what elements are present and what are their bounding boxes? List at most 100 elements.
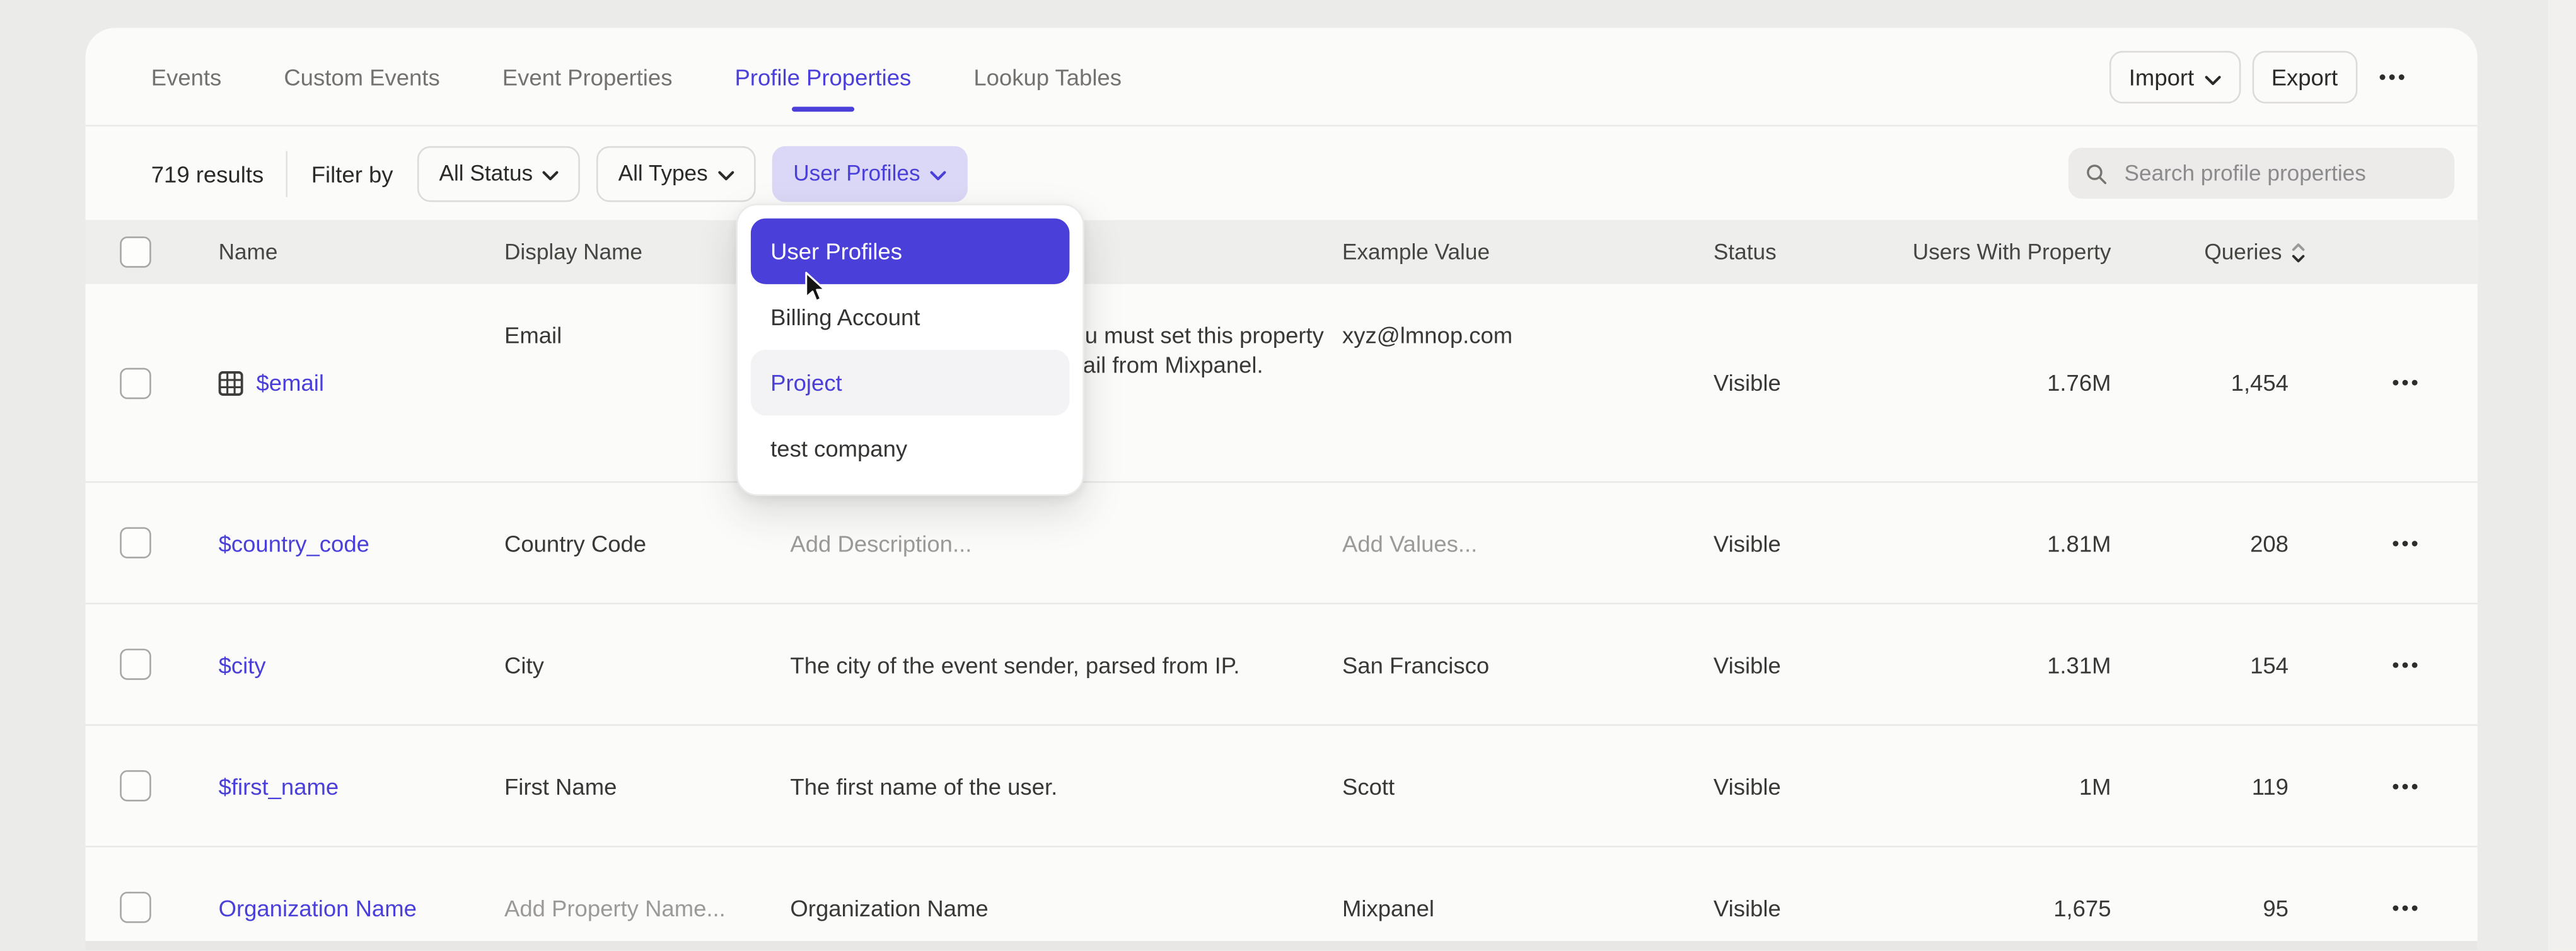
property-name-link[interactable]: Organization Name: [219, 892, 479, 922]
tab-custom-events[interactable]: Custom Events: [284, 28, 439, 125]
select-all-checkbox[interactable]: [120, 236, 151, 268]
tab-lookup-tables[interactable]: Lookup Tables: [973, 28, 1122, 125]
property-name: Organization Name: [219, 892, 417, 922]
table-row[interactable]: $country_code Country CodeAdd Description…: [86, 483, 2478, 604]
example-value-cell: Mixpanel: [1342, 892, 1714, 922]
row-checkbox[interactable]: [120, 527, 151, 558]
dropdown-item-billing-account[interactable]: Billing Account: [751, 284, 1070, 350]
type-filter-dropdown[interactable]: All Types: [597, 146, 756, 202]
status-filter-dropdown[interactable]: All Status: [418, 146, 581, 202]
example-value-cell: Scott: [1342, 771, 1714, 800]
tabs: Events Custom Events Event Properties Profi…: [151, 28, 1122, 125]
type-filter-value: All Types: [618, 161, 708, 185]
search-box[interactable]: [2068, 148, 2454, 199]
queries-cell: 1,454: [2231, 368, 2307, 398]
search-input[interactable]: [2121, 159, 2438, 187]
row-checkbox[interactable]: [120, 770, 151, 802]
dropdown-item-user-profiles[interactable]: User Profiles: [751, 219, 1070, 284]
status-cell: Visible: [1714, 771, 1893, 800]
table-row[interactable]: Organization NameAdd Property Name...Org…: [86, 848, 2478, 951]
property-name-link[interactable]: $email: [219, 368, 479, 398]
table-row[interactable]: $emailEmailThe user's email address. You…: [86, 284, 2478, 483]
horizontal-scrollbar-track[interactable]: [86, 941, 2478, 951]
example-value-cell: xyz@lmnop.com: [1342, 284, 1714, 350]
chevron-down-icon: [543, 161, 559, 185]
header-name[interactable]: Name: [219, 238, 504, 267]
property-name-link[interactable]: $country_code: [219, 528, 479, 558]
status-cell: Visible: [1714, 892, 1893, 922]
status-cell: Visible: [1714, 368, 1893, 398]
users-with-property-cell: 1.81M: [2047, 528, 2115, 558]
property-name-link[interactable]: $first_name: [219, 771, 479, 800]
property-name: $first_name: [219, 771, 339, 800]
tab-event-properties[interactable]: Event Properties: [502, 28, 673, 125]
tab-profile-properties[interactable]: Profile Properties: [734, 28, 911, 125]
property-name: $city: [219, 650, 266, 679]
results-count[interactable]: 719 results: [151, 160, 264, 187]
vertical-scrollbar-track[interactable]: [2548, 0, 2576, 951]
entity-filter-value: User Profiles: [793, 161, 920, 185]
users-with-property-cell: 1M: [2079, 771, 2115, 800]
ellipsis-icon: [2392, 661, 2418, 667]
import-button-label: Import: [2129, 63, 2194, 89]
users-with-property-cell: 1.76M: [2047, 368, 2115, 398]
header-queries-label: Queries: [2204, 238, 2282, 267]
description-cell: The city of the event sender, parsed fro…: [790, 650, 1342, 679]
status-cell: Visible: [1714, 650, 1893, 679]
ellipsis-icon: [2392, 904, 2418, 911]
property-name: $country_code: [219, 528, 369, 558]
queries-cell: 95: [2263, 892, 2306, 922]
tabs-bar: Events Custom Events Event Properties Profi…: [86, 28, 2478, 126]
ellipsis-icon: [2379, 73, 2405, 79]
chevron-down-icon: [717, 161, 734, 185]
display-name-cell: First Name: [504, 771, 790, 800]
header-queries[interactable]: Queries: [2204, 238, 2306, 267]
tab-events[interactable]: Events: [151, 28, 222, 125]
export-button[interactable]: Export: [2251, 50, 2357, 102]
more-actions-button[interactable]: [2369, 50, 2415, 102]
ellipsis-icon: [2392, 783, 2418, 789]
top-actions: Import Export: [2109, 50, 2415, 102]
header-example-value[interactable]: Example Value: [1342, 238, 1714, 267]
header-status[interactable]: Status: [1714, 238, 1893, 267]
entity-dropdown-menu: User ProfilesBilling AccountProjecttest …: [736, 204, 1084, 496]
filter-by-label: Filter by: [311, 160, 393, 187]
display-name-cell: City: [504, 650, 790, 679]
profile-properties-page: Events Custom Events Event Properties Profi…: [0, 0, 2576, 951]
dropdown-item-test-company[interactable]: test company: [751, 415, 1070, 481]
header-users-with-property[interactable]: Users With Property: [1913, 238, 2115, 267]
entity-filter-dropdown[interactable]: User Profiles: [772, 146, 968, 202]
dropdown-item-project[interactable]: Project: [751, 350, 1070, 415]
description-cell: Organization Name: [790, 892, 1342, 922]
table-row[interactable]: $city CityThe city of the event sender, p…: [86, 604, 2478, 726]
queries-cell: 119: [2252, 771, 2307, 800]
table-header-row: Name Display Name Example Value Status U…: [86, 220, 2478, 284]
example-value-cell[interactable]: Add Values...: [1342, 528, 1714, 558]
import-button[interactable]: Import: [2109, 50, 2241, 102]
display-name-cell[interactable]: Add Property Name...: [504, 892, 790, 922]
row-actions-button[interactable]: [2365, 783, 2418, 789]
example-value-cell: San Francisco: [1342, 650, 1714, 679]
search-icon: [2085, 160, 2108, 187]
users-with-property-cell: 1.31M: [2047, 650, 2115, 679]
row-actions-button[interactable]: [2365, 539, 2418, 546]
row-actions-button[interactable]: [2365, 661, 2418, 667]
queries-cell: 208: [2250, 528, 2307, 558]
status-filter-value: All Status: [439, 161, 533, 185]
row-actions-button[interactable]: [2365, 904, 2418, 911]
table-row[interactable]: $first_nameFirst NameThe first name of t…: [86, 726, 2478, 848]
export-button-label: Export: [2271, 63, 2338, 89]
vertical-divider: [287, 150, 289, 196]
display-name-cell: Country Code: [504, 528, 790, 558]
row-checkbox[interactable]: [120, 648, 151, 680]
property-name-link[interactable]: $city: [219, 650, 479, 679]
row-checkbox[interactable]: [120, 892, 151, 923]
description-cell[interactable]: Add Description...: [790, 528, 1342, 558]
row-actions-button[interactable]: [2365, 379, 2418, 386]
table-grid-icon: [219, 371, 243, 395]
row-checkbox[interactable]: [120, 367, 151, 398]
users-with-property-cell: 1,675: [2053, 892, 2115, 922]
ellipsis-icon: [2392, 539, 2418, 546]
chevron-down-icon: [2204, 63, 2220, 89]
sort-icon: [2290, 241, 2307, 263]
